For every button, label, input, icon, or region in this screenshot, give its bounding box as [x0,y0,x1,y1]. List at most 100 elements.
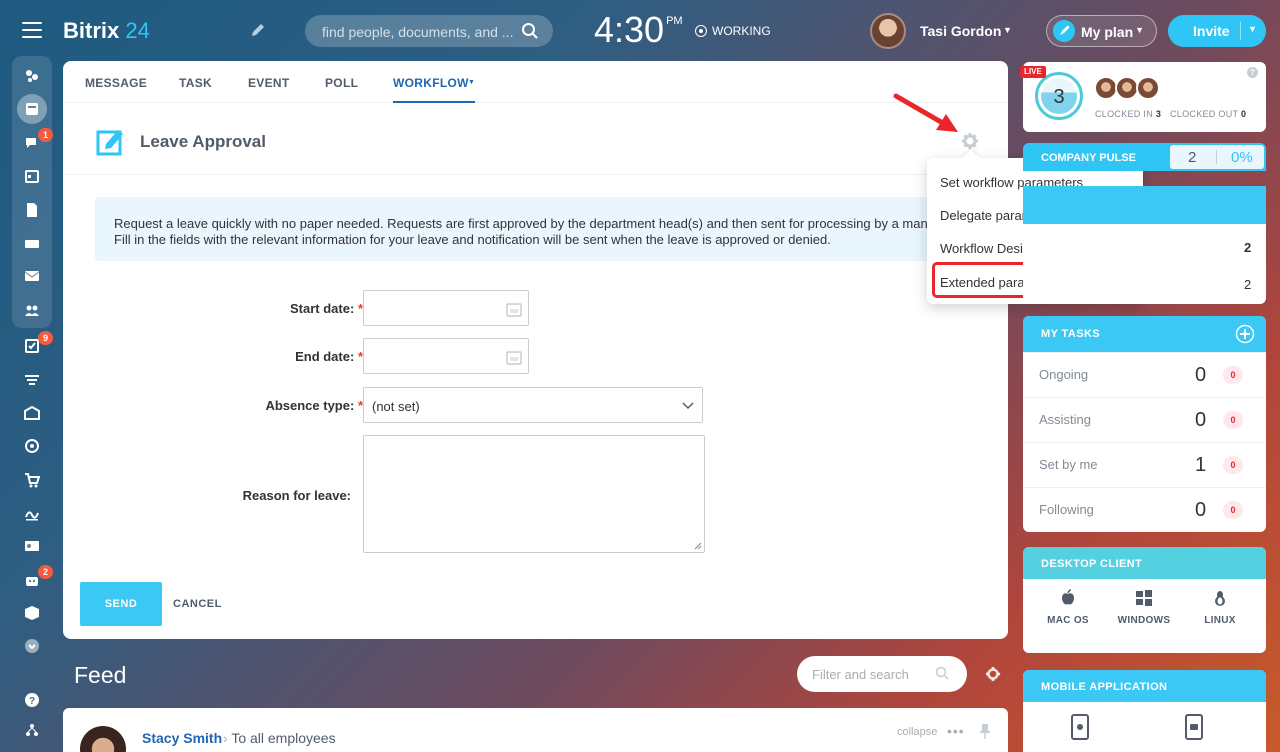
tab-workflow[interactable]: WORKFLOW [393,76,469,90]
sidebar-item-sign[interactable] [20,501,44,525]
id-card-icon [25,541,39,551]
sidebar-item-structure[interactable] [20,718,44,742]
chevron-down-icon[interactable]: ▼ [1003,25,1012,35]
reason-textarea[interactable] [363,435,705,553]
invite-button[interactable]: Invite ▼ [1168,15,1266,47]
clocked-in-counter[interactable]: 3 [1035,72,1083,120]
work-status[interactable]: WORKING [695,24,771,38]
task-row-assisting[interactable]: Assisting 0 0 [1023,397,1266,442]
more-icon[interactable]: ••• [947,723,965,739]
send-button[interactable]: SEND [80,582,162,626]
target-icon [25,439,39,453]
clocked-out-stat: CLOCKED OUT 0 [1170,109,1247,119]
tab-message[interactable]: MESSAGE [85,76,147,90]
download-macos[interactable]: MAC OS [1033,589,1103,626]
mobile-app-widget: MOBILE APPLICATION [1023,670,1266,752]
task-row-ongoing[interactable]: Ongoing 0 0 [1023,352,1266,397]
avatar[interactable] [80,726,126,752]
chevron-down-circle-icon [25,639,39,653]
linux-icon [1215,591,1225,606]
clock[interactable]: 4:30 PM [594,9,683,51]
tab-event[interactable]: EVENT [248,76,290,90]
task-row-following[interactable]: Following 0 0 [1023,487,1266,532]
sidebar-item-more[interactable] [20,634,44,658]
question-icon: ? [25,693,39,707]
task-row-set-by-me[interactable]: Set by me 1 0 [1023,442,1266,487]
sidebar-item-drive[interactable] [20,231,44,255]
sidebar-item-feed[interactable] [20,64,44,88]
edit-form-icon [96,130,123,156]
apple-icon [1062,589,1074,605]
absence-type-select[interactable]: (not set) [363,387,703,423]
chat-badge: 1 [38,128,53,142]
mail-icon [24,271,40,281]
collapse-link[interactable]: collapse [897,726,937,738]
sidebar-item-contacts[interactable] [20,534,44,558]
tab-poll[interactable]: POLL [325,76,358,90]
sidebar-item-help[interactable]: ? [20,688,44,712]
sidebar-item-calendar[interactable] [20,164,44,188]
my-tasks-widget: MY TASKS Ongoing 0 0 Assisting 0 0 Set by me… [1023,316,1266,532]
tab-task[interactable]: TASK [179,76,212,90]
gear-icon[interactable] [961,132,979,150]
my-tasks-title: MY TASKS [1041,328,1101,340]
feed-filter-input[interactable]: Filter and search [797,656,967,692]
svg-text:?: ? [29,696,35,707]
signature-icon [25,511,39,521]
resize-grip-icon[interactable] [694,542,702,550]
pin-icon[interactable] [979,723,991,739]
iphone-icon[interactable] [1071,714,1089,740]
add-task-icon[interactable] [1235,324,1255,344]
post-recipients[interactable]: › To all employees [223,730,336,746]
end-date-label: End date: * [295,349,363,364]
sidebar-item-documents[interactable] [20,198,44,222]
desktop-client-title: DESKTOP CLIENT [1041,558,1143,570]
download-windows[interactable]: WINDOWS [1109,589,1179,626]
logo[interactable]: Bitrix 24 [63,18,150,44]
hamburger-menu-icon[interactable] [22,22,42,38]
search-input[interactable]: find people, documents, and ... [305,15,553,47]
gear-icon[interactable] [985,666,1001,682]
file-icon [27,203,37,217]
pulse-percent: 0% [1231,149,1253,166]
sidebar-item-inventory[interactable] [20,601,44,625]
feed-post: Stacy Smith › To all employees collapse … [63,708,1008,752]
info-notice: Request a leave quickly with no paper ne… [95,197,945,261]
pulse-value: 2 [1188,149,1197,166]
user-name[interactable]: Tasi Gordon [920,23,1001,39]
sidebar-item-marketing[interactable] [20,434,44,458]
left-sidebar: 1 9 2 ? [0,56,64,752]
my-plan-button[interactable]: My plan ▼ [1046,15,1157,47]
group-icon [25,305,39,316]
workflow-title: Leave Approval [140,132,266,151]
calendar-icon[interactable] [506,349,522,365]
pencil-icon[interactable] [250,22,266,38]
company-pulse-widget[interactable]: COMPANY PULSE 2 0% [1023,143,1266,171]
live-badge: LIVE [1020,66,1046,78]
chevron-down-icon[interactable]: ▼ [1248,24,1257,34]
sidebar-item-groups[interactable] [20,298,44,322]
sidebar-item-news[interactable] [17,94,47,124]
info-text: Request a leave quickly with no paper ne… [114,216,945,247]
calendar-icon[interactable] [506,301,522,317]
user-avatar[interactable] [870,13,906,49]
cancel-button[interactable]: CANCEL [173,598,222,610]
avatar[interactable] [1136,76,1160,100]
sidebar-item-store[interactable] [20,468,44,492]
help-icon[interactable]: ? [1247,67,1258,78]
chevron-down-icon [682,402,694,410]
end-date-input[interactable] [363,338,529,374]
android-icon[interactable] [1185,714,1203,740]
chevron-down-icon[interactable]: ▼ [468,79,475,86]
drive-icon [25,240,39,248]
start-date-label: Start date: * [290,301,363,316]
chevron-down-icon: ▼ [1135,25,1144,35]
post-author[interactable]: Stacy Smith [142,730,222,746]
sidebar-item-mail[interactable] [20,264,44,288]
partial-widget: 2 2 [1023,186,1266,304]
tasks-badge: 9 [38,331,53,345]
sidebar-item-company[interactable] [20,401,44,425]
sidebar-item-crm[interactable] [20,368,44,392]
download-linux[interactable]: LINUX [1185,589,1255,626]
start-date-input[interactable] [363,290,529,326]
